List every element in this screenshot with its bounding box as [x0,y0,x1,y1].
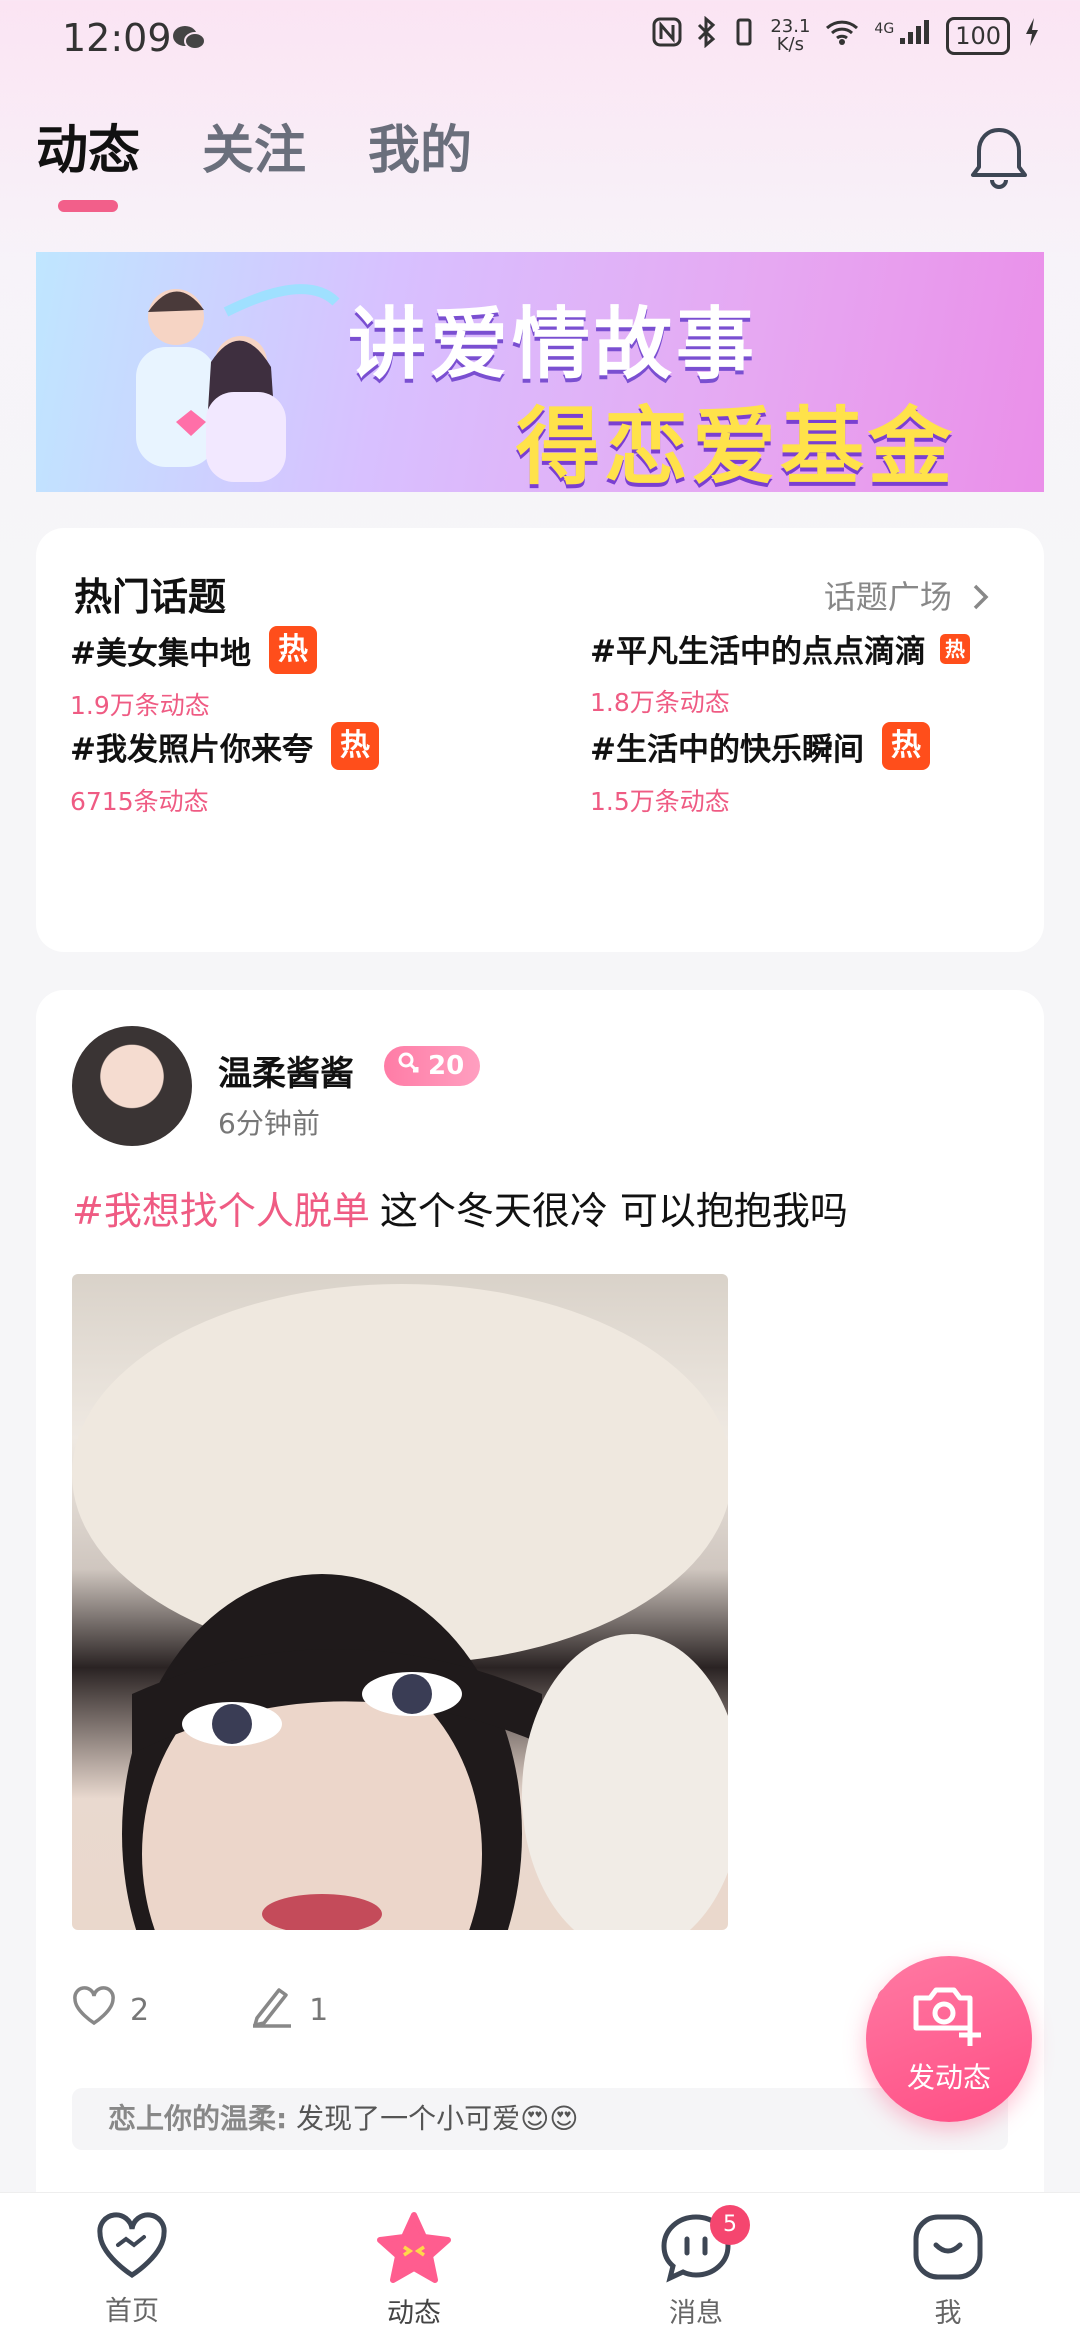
topic-plaza-label: 话题广场 [823,578,952,616]
header-tabs: 动态 关注 我的 [36,108,472,212]
like-button[interactable]: 2 [72,1986,149,2034]
bluetooth-icon [696,15,718,55]
hot-topics-card: 热门话题 话题广场 #美女集中地热 1.9万条动态 #平凡生活中的点点滴滴热 1… [36,528,1044,952]
topic-item[interactable]: #美女集中地热 1.9万条动态 [70,626,317,722]
topic-count: 1.5万条动态 [590,787,730,816]
network-speed-unit: K/s [776,33,804,55]
bell-icon[interactable] [964,124,1034,194]
post-topic-tag[interactable]: #我想找个人脱单 [72,1189,370,1233]
post-username[interactable]: 温柔酱酱 [218,1046,354,1095]
hot-badge: 热 [330,722,379,770]
topic-count: 1.9万条动态 [70,691,210,720]
charging-icon [1024,17,1040,54]
network-speed-value: 23.1 [770,15,811,37]
post-body: 这个冬天很冷 可以抱抱我吗 [379,1189,848,1233]
banner-line-1: 讲爱情故事 [348,300,759,390]
female-icon [396,1046,420,1086]
hot-topics-title: 热门话题 [74,566,226,621]
star-icon [374,2212,454,2287]
promo-banner[interactable]: 讲爱情故事 得恋爱基金 [36,252,1044,492]
wechat-icon [172,24,206,56]
smile-icon [910,2214,986,2287]
wifi-icon [824,18,860,53]
topic-name: #平凡生活中的点点滴滴 [590,634,926,670]
signal-icon [898,18,932,53]
tab-dynamic[interactable]: 动态 [36,108,140,212]
chat-bubble-icon [658,2214,734,2287]
topic-item[interactable]: #我发照片你来夸热 6715条动态 [70,722,379,818]
nav-dynamic-label: 动态 [387,2298,441,2329]
chevron-right-icon [962,578,992,616]
status-time: 12:09 [62,16,172,60]
post-photo[interactable] [72,1274,728,1930]
network-type: 4G [874,20,895,37]
pen-icon [249,1984,295,2036]
heart-wave-icon [94,2212,170,2285]
status-icons: 23.1 K/s 4G 100 [652,15,1040,55]
banner-line-2: 得恋爱基金 [516,398,957,492]
topic-item[interactable]: #生活中的快乐瞬间热 1.5万条动态 [590,722,930,818]
nfc-icon [652,17,682,54]
post-dynamic-fab[interactable]: 发动态 [866,1956,1032,2122]
tab-mine[interactable]: 我的 [368,108,472,183]
vibrate-icon [732,17,756,54]
comment-preview[interactable]: 恋上你的温柔: 发现了一个小可爱😍😍 [72,2088,1008,2150]
post-card: 温柔酱酱 20 6分钟前 #我想找个人脱单 这个冬天很冷 可以抱抱我吗 2 1 … [36,990,1044,2340]
bottom-nav: 首页 动态 5 消息 我 [0,2192,1080,2341]
level-badge: 20 [384,1046,481,1086]
network-speed: 23.1 K/s [770,15,811,55]
nav-me-label: 我 [934,2298,962,2329]
couple-illustration [136,284,340,482]
topic-count: 1.8万条动态 [590,688,730,717]
topic-item[interactable]: #平凡生活中的点点滴滴热 1.8万条动态 [590,626,970,719]
nav-home-label: 首页 [105,2296,159,2327]
topic-name: #生活中的快乐瞬间 [590,731,864,768]
topic-count: 6715条动态 [70,787,209,816]
topic-plaza-link[interactable]: 话题广场 [824,572,992,618]
nav-messages[interactable]: 5 消息 [616,2205,776,2330]
hot-badge: 热 [881,722,930,770]
comment-author: 恋上你的温柔: [108,2102,288,2135]
like-count: 2 [130,1992,150,2028]
level-value: 20 [428,1051,465,1081]
tab-following[interactable]: 关注 [202,108,306,183]
post-text: #我想找个人脱单 这个冬天很冷 可以抱抱我吗 [72,1180,848,1235]
heart-icon [72,1986,116,2034]
message-badge: 5 [710,2205,750,2245]
post-time: 6分钟前 [218,1107,320,1140]
hot-badge: 热 [268,626,317,674]
comment-button[interactable]: 1 [249,1984,328,2036]
battery-indicator: 100 [946,16,1010,55]
topic-name: #我发照片你来夸 [70,731,313,768]
nav-me[interactable]: 我 [868,2211,1028,2330]
avatar[interactable] [72,1026,192,1146]
nav-messages-label: 消息 [669,2298,723,2329]
comment-text: 发现了一个小可爱😍😍 [296,2102,579,2135]
hot-badge: 热 [939,633,970,664]
fab-label: 发动态 [906,2061,991,2094]
status-bar: 12:09 23.1 K/s 4G 100 [0,0,1080,80]
nav-home[interactable]: 首页 [52,2211,212,2328]
topic-name: #美女集中地 [70,635,251,672]
comment-count: 1 [309,1992,329,2028]
nav-dynamic[interactable]: 动态 [334,2211,494,2330]
